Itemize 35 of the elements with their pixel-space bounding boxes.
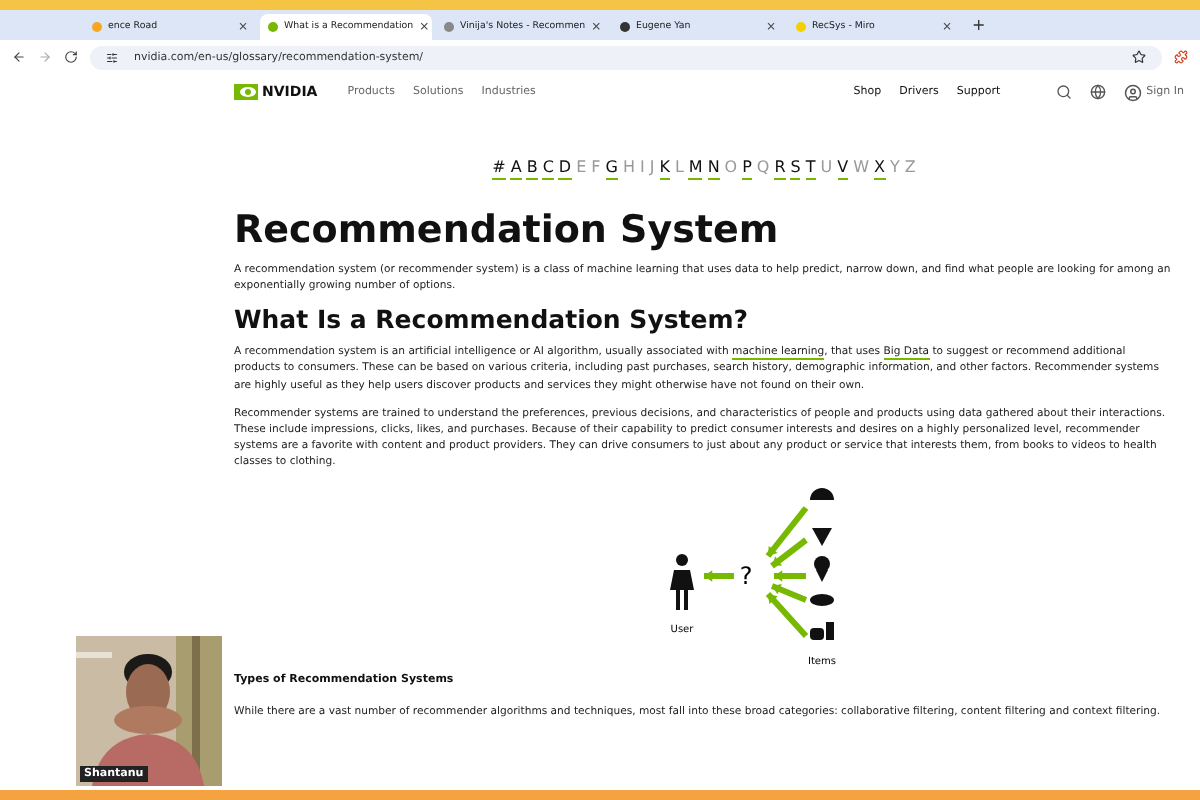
question-mark: ? [739, 561, 753, 590]
back-icon[interactable] [12, 50, 26, 64]
letter-link[interactable]: V [837, 160, 849, 180]
letter-link[interactable]: A [510, 160, 522, 180]
section-heading: What Is a Recommendation System? [234, 304, 751, 335]
letter-link[interactable]: N [707, 160, 720, 180]
letter-link[interactable]: X [874, 160, 885, 180]
letter-link[interactable]: # [492, 160, 506, 180]
letter-link[interactable]: M [688, 160, 703, 180]
letter-link[interactable]: S [790, 160, 801, 180]
letter-link[interactable]: C [542, 160, 554, 180]
search-icon[interactable] [1056, 84, 1073, 100]
reload-icon[interactable] [64, 50, 78, 64]
letter-link[interactable]: R [774, 160, 786, 180]
eye-logo-icon [234, 84, 258, 100]
letter-link[interactable]: D [558, 160, 572, 180]
favicon-icon [796, 22, 806, 32]
person-icon [670, 553, 694, 610]
user-icon[interactable] [1124, 83, 1143, 101]
site-settings-icon[interactable] [106, 51, 118, 63]
favicon-icon [268, 22, 278, 32]
page-title: Recommendation System [234, 207, 781, 252]
letter-link[interactable]: G [605, 160, 618, 180]
favicon-icon [620, 22, 630, 32]
arrow-icon [704, 569, 734, 581]
new-tab-button[interactable]: + [972, 16, 986, 34]
favicon-icon [92, 22, 102, 32]
bookmark-star-icon[interactable] [1132, 50, 1146, 64]
letter-link[interactable]: P [742, 160, 752, 180]
extension-icon[interactable] [1174, 50, 1188, 64]
letter-link[interactable]: T [805, 160, 816, 180]
globe-icon[interactable] [1090, 84, 1107, 100]
letter-link[interactable]: K [659, 160, 670, 180]
favicon-icon [444, 22, 454, 32]
letter-link[interactable]: B [526, 160, 538, 180]
